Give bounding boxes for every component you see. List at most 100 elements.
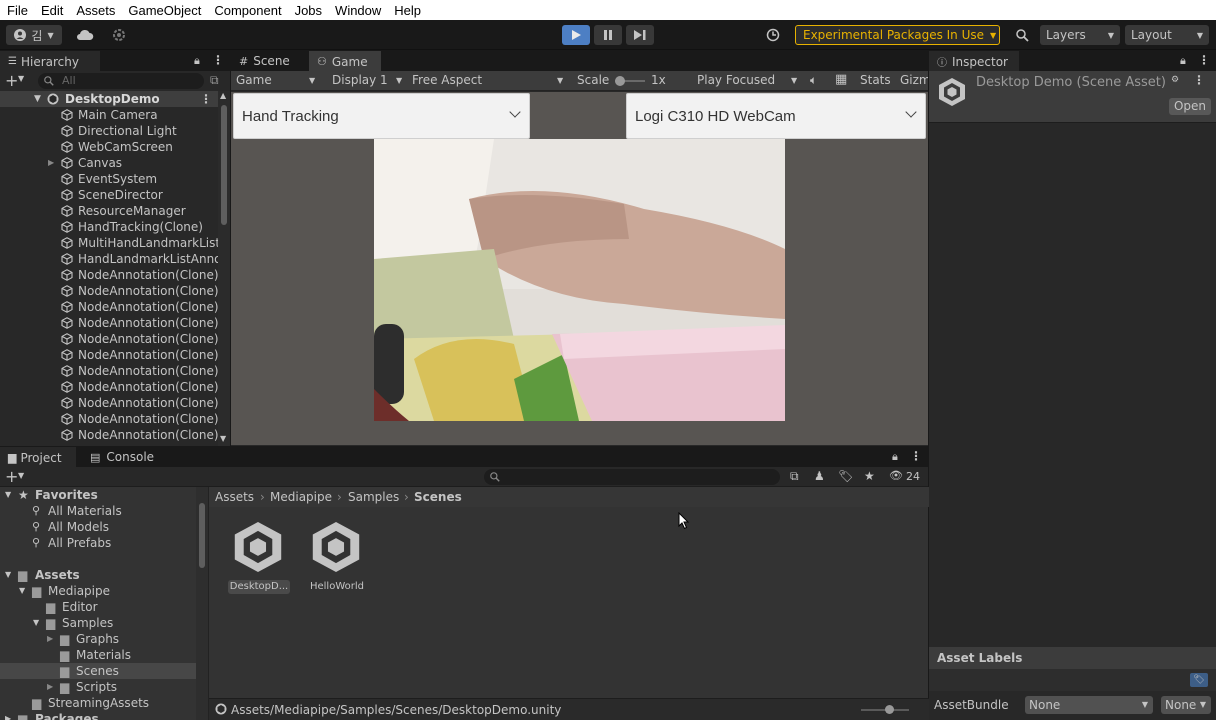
keyboard-icon[interactable]: ▦ xyxy=(835,72,847,87)
menu-window[interactable]: Window xyxy=(328,3,387,18)
layout-dropdown[interactable]: Layout ▼ xyxy=(1125,25,1209,45)
more-options-icon[interactable]: ⋮ xyxy=(212,53,224,67)
hierarchy-item[interactable]: NodeAnnotation(Clone) xyxy=(0,299,219,315)
hierarchy-item[interactable]: NodeAnnotation(Clone) xyxy=(0,379,219,395)
folder-row[interactable]: ▼ ▆ Mediapipe xyxy=(0,583,196,599)
tab-inspector[interactable]: ⓘ Inspector xyxy=(929,51,1019,72)
favorite-item[interactable]: ⚲ All Prefabs xyxy=(0,535,196,551)
chevron-down-icon[interactable]: ▼ xyxy=(34,91,41,107)
play-button[interactable] xyxy=(562,25,590,45)
add-icon[interactable]: + xyxy=(5,71,18,90)
gizmos-button[interactable]: Gizmos xyxy=(900,73,928,87)
folder-scrollbar[interactable] xyxy=(196,487,208,720)
hierarchy-item[interactable]: NodeAnnotation(Clone) xyxy=(0,331,219,347)
hierarchy-item[interactable]: Directional Light xyxy=(0,123,218,139)
menu-jobs[interactable]: Jobs xyxy=(288,3,328,18)
collab-button[interactable] xyxy=(108,25,130,45)
chevron-down-icon[interactable]: ▼ xyxy=(5,567,11,583)
more-options-icon[interactable]: ⋮ xyxy=(1193,73,1205,87)
aspect-dropdown[interactable]: Free Aspect xyxy=(412,73,482,87)
hierarchy-item[interactable]: ▶ Canvas xyxy=(0,155,218,171)
scale-slider-handle[interactable] xyxy=(615,76,625,86)
hierarchy-item[interactable]: NodeAnnotation(Clone) xyxy=(0,347,219,363)
hierarchy-item[interactable]: HandLandmarkListAnno xyxy=(0,251,222,267)
chevron-down-icon[interactable]: ▼ xyxy=(19,583,25,599)
hierarchy-item[interactable]: SceneDirector xyxy=(0,187,218,203)
folder-row[interactable]: ▆ Editor xyxy=(0,599,196,615)
lock-icon[interactable]: 🔒︎ xyxy=(1180,54,1186,68)
webcam-dropdown[interactable]: Logi C310 HD WebCam xyxy=(626,93,926,139)
icon-size-slider-handle[interactable] xyxy=(885,705,894,714)
assetbundle-dropdown[interactable]: None ▼ xyxy=(1025,696,1153,714)
packages-row[interactable]: ▶ ▆ Packages xyxy=(0,711,196,720)
scrollbar-thumb[interactable] xyxy=(199,503,205,568)
hidden-packages-icon[interactable]: 👁︎ xyxy=(889,469,903,482)
chevron-down-icon[interactable]: ▼ xyxy=(5,487,11,503)
game-viewport[interactable]: Hand Tracking Logi C310 HD WebCam xyxy=(231,92,928,445)
hierarchy-item[interactable]: NodeAnnotation(Clone) xyxy=(0,267,219,283)
tab-console[interactable]: ▤ Console xyxy=(82,447,162,467)
project-search-input[interactable] xyxy=(484,469,780,485)
folder-row[interactable]: ▆ Materials xyxy=(0,647,196,663)
audio-icon[interactable]: 🔈︎ xyxy=(810,73,817,88)
search-button[interactable] xyxy=(1008,25,1036,45)
folder-row[interactable]: ▶ ▆ Scripts xyxy=(0,679,196,695)
tab-scene[interactable]: # Scene xyxy=(231,51,307,71)
scene-row[interactable]: ▼ DesktopDemo ⋮ xyxy=(0,91,218,107)
more-options-icon[interactable]: ⋮ xyxy=(910,449,922,463)
layers-dropdown[interactable]: Layers ▼ xyxy=(1040,25,1120,45)
menu-edit[interactable]: Edit xyxy=(34,3,69,18)
folder-row-selected[interactable]: ▆ Scenes xyxy=(0,663,196,679)
stats-button[interactable]: Stats xyxy=(860,73,891,87)
account-button[interactable]: 김 ▼ xyxy=(6,25,62,45)
filter-icon[interactable]: ♟ xyxy=(814,469,825,483)
chevron-right-icon[interactable]: ▶ xyxy=(48,155,54,171)
more-options-icon[interactable]: ⋮ xyxy=(200,91,212,107)
chevron-right-icon[interactable]: ▶ xyxy=(47,631,53,647)
play-focused-dropdown[interactable]: Play Focused xyxy=(697,73,775,87)
scrollbar-thumb[interactable] xyxy=(221,105,227,225)
search-by-type-icon[interactable]: ⧉ xyxy=(790,469,799,484)
menu-assets[interactable]: Assets xyxy=(69,3,121,18)
breadcrumb-item[interactable]: Samples xyxy=(348,490,399,504)
folder-row[interactable]: ▼ ▆ Samples xyxy=(0,615,196,631)
scene-asset-tile[interactable]: HelloWorld xyxy=(306,517,368,597)
menu-gameobject[interactable]: GameObject xyxy=(121,3,207,18)
scroll-up-icon[interactable]: ▲ xyxy=(220,91,226,100)
history-button[interactable] xyxy=(760,25,786,45)
more-options-icon[interactable]: ⋮ xyxy=(1198,53,1210,67)
chevron-down-icon[interactable]: ▼ xyxy=(18,74,24,83)
lock-icon[interactable]: 🔒︎ xyxy=(194,54,200,68)
tab-project[interactable]: ▆ Project xyxy=(0,447,76,468)
star-icon[interactable]: ★ xyxy=(864,469,875,483)
pause-button[interactable] xyxy=(594,25,622,45)
hierarchy-item[interactable]: NodeAnnotation(Clone) xyxy=(0,427,219,443)
cloud-button[interactable] xyxy=(68,25,102,45)
hierarchy-item[interactable]: NodeAnnotation(Clone) xyxy=(0,411,219,427)
breadcrumb-item[interactable]: Assets xyxy=(215,490,254,504)
hierarchy-item[interactable]: MultiHandLandmarkList xyxy=(0,235,220,251)
scene-visibility-icon[interactable]: ⧉ xyxy=(210,73,219,88)
breadcrumb-item[interactable]: Mediapipe xyxy=(270,490,332,504)
scroll-down-icon[interactable]: ▼ xyxy=(220,434,226,443)
menu-file[interactable]: File xyxy=(0,3,34,18)
label-icon[interactable]: 🏷︎ xyxy=(838,469,853,483)
hierarchy-item[interactable]: NodeAnnotation(Clone) xyxy=(0,315,219,331)
experimental-packages-button[interactable]: Experimental Packages In Use ▼ xyxy=(795,25,1000,45)
hierarchy-item[interactable]: NodeAnnotation(Clone) xyxy=(0,363,219,379)
hierarchy-search-input[interactable]: All xyxy=(38,73,204,89)
hierarchy-item[interactable]: ResourceManager xyxy=(0,203,218,219)
scene-asset-tile[interactable]: DesktopD... xyxy=(228,517,290,597)
folder-row[interactable]: ▆ StreamingAssets xyxy=(0,695,196,711)
hierarchy-item[interactable]: WebCamScreen xyxy=(0,139,218,155)
game-mode-dropdown[interactable]: Game xyxy=(236,73,272,87)
hierarchy-item[interactable]: EventSystem xyxy=(0,171,218,187)
lock-icon[interactable]: 🔒︎ xyxy=(892,450,898,464)
breadcrumb-item-current[interactable]: Scenes xyxy=(414,490,462,504)
display-dropdown[interactable]: Display 1 xyxy=(332,73,388,87)
assets-row[interactable]: ▼ ▆ Assets xyxy=(0,567,196,583)
add-icon[interactable]: + xyxy=(5,467,18,486)
label-tag-icon[interactable]: 🏷︎ xyxy=(1190,673,1208,687)
hierarchy-item[interactable]: HandTracking(Clone) xyxy=(0,219,218,235)
menu-component[interactable]: Component xyxy=(207,3,287,18)
